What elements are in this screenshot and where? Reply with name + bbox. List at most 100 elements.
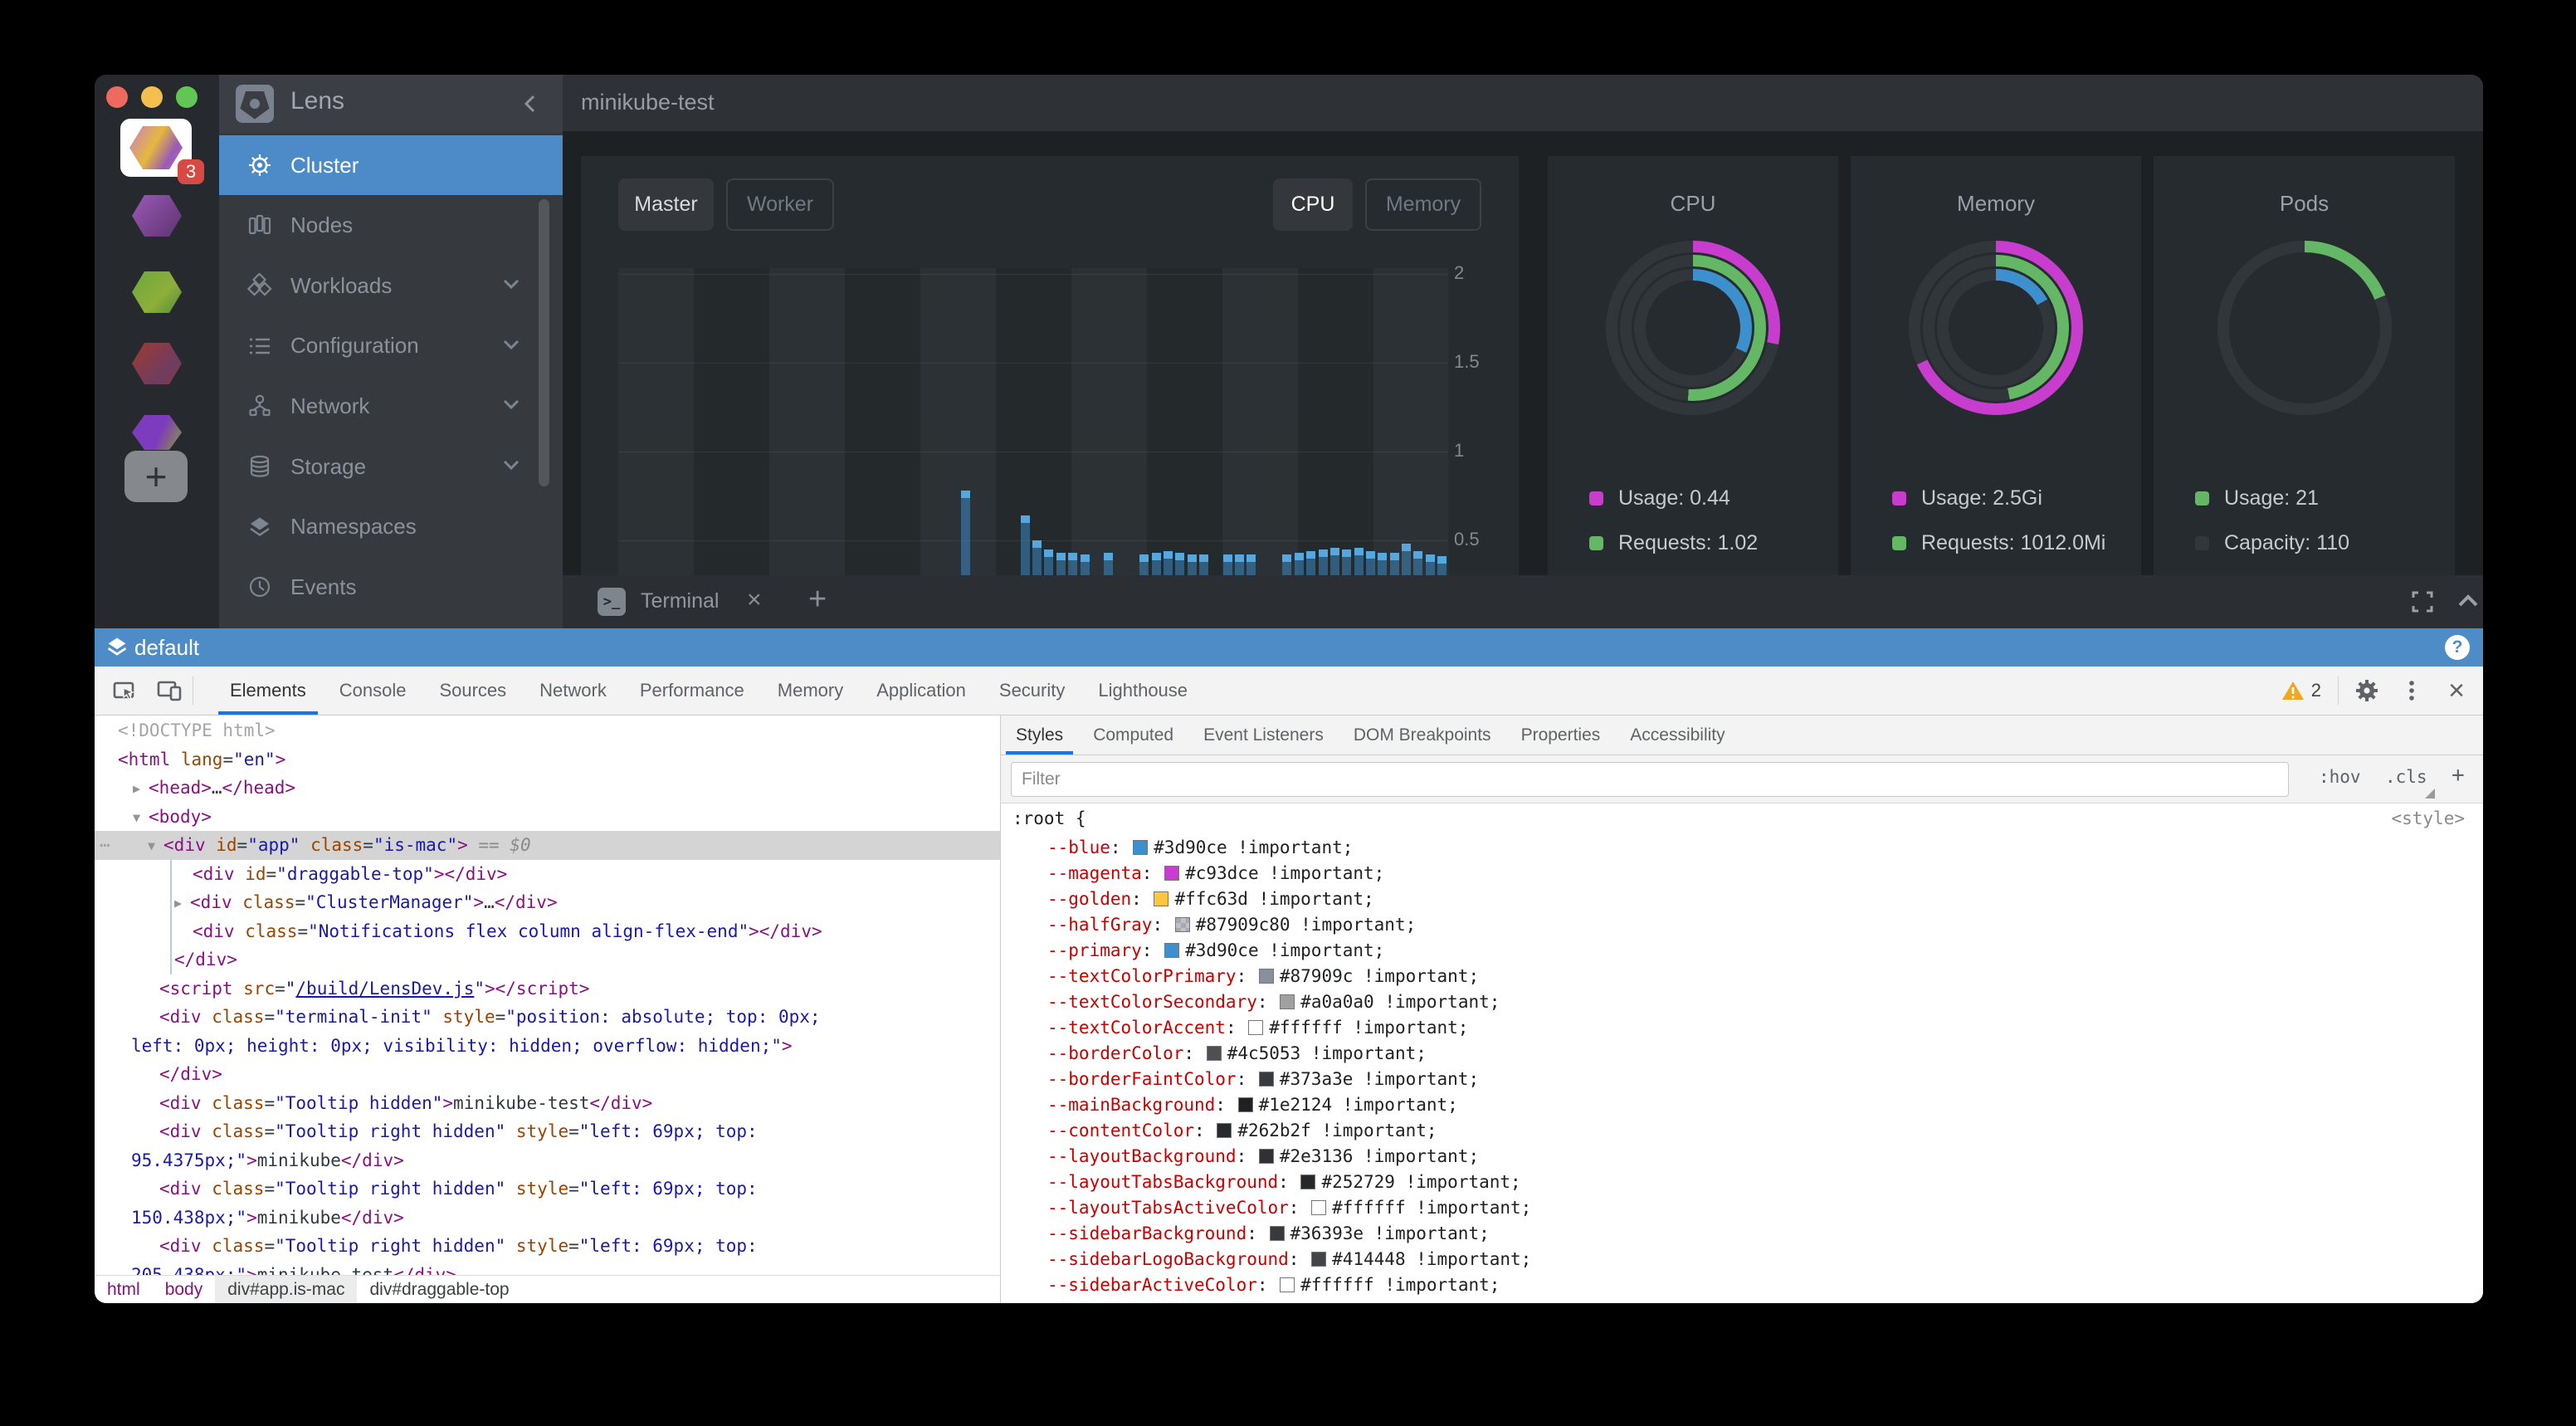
css-variable-row[interactable]: --golden: #ffc63d !important;	[1047, 886, 1374, 912]
chevron-down-icon[interactable]	[501, 458, 521, 471]
dom-tree-line[interactable]: 150.438px;">minikube</div>	[95, 1204, 1000, 1233]
terminal-close-icon[interactable]: ×	[747, 586, 762, 614]
css-selector[interactable]: :root {	[1012, 808, 1086, 828]
node-menu-dots[interactable]: ⋯	[100, 831, 112, 860]
styles-tab-event-listeners[interactable]: Event Listeners	[1188, 715, 1339, 755]
color-swatch[interactable]	[1154, 891, 1168, 906]
sidebar-item-workloads[interactable]: Workloads	[219, 256, 563, 315]
color-swatch[interactable]	[1133, 840, 1148, 855]
add-cluster-button[interactable]: +	[124, 451, 188, 502]
cluster-icon-4[interactable]	[132, 343, 182, 384]
chevron-down-icon[interactable]	[501, 277, 521, 291]
dom-tree-line[interactable]: 95.4375px;">minikube</div>	[95, 1146, 1000, 1175]
tab-memory[interactable]: Memory	[761, 667, 860, 715]
new-style-rule-button[interactable]: +	[2452, 763, 2465, 788]
color-swatch[interactable]	[1259, 1149, 1274, 1164]
device-toolbar-icon[interactable]	[154, 676, 184, 706]
cluster-icon-5[interactable]	[132, 415, 182, 450]
sidebar-item-nodes[interactable]: Nodes	[219, 196, 563, 256]
metric-tab-memory[interactable]: Memory	[1365, 178, 1481, 231]
expand-arrow-icon[interactable]: ▼	[133, 803, 140, 833]
dom-tree-line[interactable]: <script src="/build/LensDev.js"></script…	[95, 974, 1000, 1004]
breadcrumb-item[interactable]: div#app.is-mac	[215, 1276, 357, 1303]
tab-performance[interactable]: Performance	[623, 667, 761, 715]
dom-tree-line[interactable]: </div>	[95, 945, 1000, 974]
css-variable-row[interactable]: --borderFaintColor: #373a3e !important;	[1047, 1067, 1479, 1092]
breadcrumb-item[interactable]: body	[153, 1276, 216, 1303]
css-variable-row[interactable]: --textColorSecondary: #a0a0a0 !important…	[1047, 989, 1500, 1015]
css-variable-row[interactable]: --layoutTabsBackground: #252729 !importa…	[1047, 1170, 1521, 1195]
context-name[interactable]: default	[134, 635, 199, 661]
tab-lighthouse[interactable]: Lighthouse	[1081, 667, 1204, 715]
tab-elements[interactable]: Elements	[213, 667, 323, 715]
css-variable-row[interactable]: --primary: #3d90ce !important;	[1047, 938, 1384, 964]
sidebar-item-namespaces[interactable]: Namespaces	[219, 497, 563, 557]
css-variable-row[interactable]: --textColorAccent: #ffffff !important;	[1047, 1015, 1468, 1041]
css-variable-row[interactable]: --sidebarActiveColor: #ffffff !important…	[1047, 1272, 1500, 1298]
color-swatch[interactable]	[1270, 1226, 1285, 1241]
terminal-collapse-icon[interactable]	[2456, 592, 2480, 610]
tab-sources[interactable]: Sources	[422, 667, 523, 715]
styles-tab-computed[interactable]: Computed	[1078, 715, 1188, 755]
css-variable-row[interactable]: --sidebarLogoBackground: #414448 !import…	[1047, 1247, 1531, 1272]
color-swatch[interactable]	[1207, 1046, 1222, 1061]
window-minimize-button[interactable]	[141, 86, 163, 108]
dom-tree-line[interactable]: <div class="Tooltip right hidden" style=…	[95, 1232, 1000, 1261]
css-variable-row[interactable]: --borderColor: #4c5053 !important;	[1047, 1041, 1427, 1067]
sidebar-item-configuration[interactable]: Configuration	[219, 316, 563, 376]
styles-tab-dom-breakpoints[interactable]: DOM Breakpoints	[1339, 715, 1506, 755]
element-classes-toggle[interactable]: .cls	[2385, 767, 2427, 787]
terminal-add-icon[interactable]: +	[808, 582, 827, 618]
cluster-icon-3[interactable]	[132, 271, 182, 313]
inspect-element-icon[interactable]	[110, 676, 139, 706]
dom-tree-line[interactable]: <div class="Tooltip hidden">minikube-tes…	[95, 1089, 1000, 1118]
window-zoom-button[interactable]	[176, 86, 198, 108]
tab-network[interactable]: Network	[523, 667, 623, 715]
css-variable-row[interactable]: --textColorPrimary: #87909c !important;	[1047, 964, 1479, 989]
color-swatch[interactable]	[1248, 1020, 1263, 1035]
css-variable-row[interactable]: --halfGray: #87909c80 !important;	[1047, 912, 1416, 938]
dom-tree-line[interactable]: <div class="Tooltip right hidden" style=…	[95, 1174, 1000, 1204]
css-variable-row[interactable]: --contentColor: #262b2f !important;	[1047, 1118, 1437, 1144]
css-variable-row[interactable]: --mainBackground: #1e2124 !important;	[1047, 1092, 1458, 1118]
breadcrumb-item[interactable]: html	[95, 1276, 153, 1303]
dom-tree-line[interactable]: <div class="Notifications flex column al…	[95, 917, 1000, 946]
color-swatch[interactable]	[1311, 1200, 1326, 1215]
color-swatch[interactable]	[1259, 1072, 1274, 1087]
color-swatch[interactable]	[1280, 1277, 1295, 1292]
sidebar-scrollbar[interactable]	[539, 199, 549, 486]
chevron-down-icon[interactable]	[501, 338, 521, 351]
dom-tree-line[interactable]: ⋯▼<div id="app" class="is-mac"> == $0	[95, 831, 1000, 860]
tab-application[interactable]: Application	[860, 667, 983, 715]
terminal-fullscreen-icon[interactable]	[2410, 589, 2435, 614]
color-swatch[interactable]	[1311, 1252, 1326, 1267]
window-close-button[interactable]	[106, 86, 128, 108]
settings-gear-icon[interactable]	[2352, 676, 2382, 706]
dom-tree-line[interactable]: <div class="Tooltip right hidden" style=…	[95, 1117, 1000, 1146]
pseudo-state-toggle[interactable]: :hov	[2319, 767, 2361, 787]
css-variable-row[interactable]: --magenta: #c93dce !important;	[1047, 861, 1384, 886]
css-variable-row[interactable]: --layoutBackground: #2e3136 !important;	[1047, 1144, 1479, 1170]
expand-arrow-icon[interactable]: ▼	[148, 832, 155, 861]
metric-tab-cpu[interactable]: CPU	[1273, 178, 1353, 231]
dom-tree-line[interactable]: ▶<head>…</head>	[95, 774, 1000, 803]
color-swatch[interactable]	[1238, 1097, 1253, 1112]
warning-icon[interactable]	[2281, 680, 2305, 701]
styles-filter-input[interactable]	[1011, 762, 2289, 797]
warning-count[interactable]: 2	[2311, 680, 2321, 701]
tab-security[interactable]: Security	[983, 667, 1081, 715]
dom-tree-line[interactable]: 205.438px;">minikube-test</div>	[95, 1261, 1000, 1276]
dom-tree-line[interactable]: <div id="draggable-top"></div>	[95, 860, 1000, 889]
help-button[interactable]: ?	[2445, 635, 2470, 660]
styles-tab-properties[interactable]: Properties	[1506, 715, 1616, 755]
css-variable-row[interactable]: --blue: #3d90ce !important;	[1047, 835, 1353, 861]
styles-tab-styles[interactable]: Styles	[1001, 715, 1078, 755]
sidebar-item-network[interactable]: Network	[219, 376, 563, 436]
more-options-icon[interactable]	[2397, 676, 2427, 706]
dom-tree-line[interactable]: <!DOCTYPE html>	[95, 716, 1000, 745]
color-swatch[interactable]	[1217, 1123, 1232, 1138]
color-swatch[interactable]	[1259, 969, 1274, 984]
dom-tree-line[interactable]: ▶<div class="ClusterManager">…</div>	[95, 888, 1000, 917]
dom-tree-line[interactable]: left: 0px; height: 0px; visibility: hidd…	[95, 1032, 1000, 1061]
terminal-tab[interactable]: Terminal	[641, 589, 719, 613]
